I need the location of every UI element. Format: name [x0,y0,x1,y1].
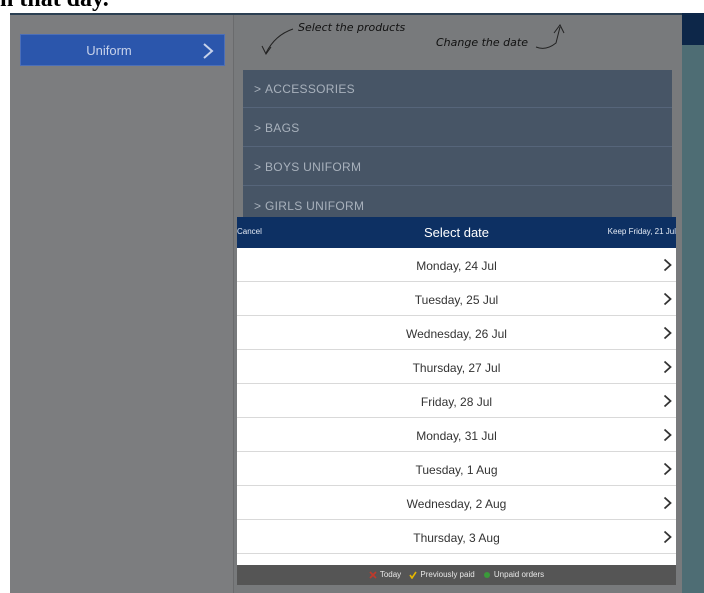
date-label: Tuesday, 25 Jul [414,293,499,307]
date-label: Friday, 28 Jul [420,395,493,409]
chevron-right-icon [203,43,214,59]
right-header-strip [682,13,704,45]
chevron-right-icon [663,326,672,340]
chevron-right-icon [663,360,672,374]
chevron-right-icon [663,292,672,306]
annotation-change-date: Change the date [436,36,528,49]
date-label: Monday, 24 Jul [416,259,497,273]
category-item-boys-uniform[interactable]: > BOYS UNIFORM [243,148,672,186]
keep-date-button[interactable]: Keep Friday, 21 Jul [608,227,676,236]
cropped-heading: n that day. [0,0,704,14]
check-icon [409,571,418,579]
uniform-button-label: Uniform [86,43,132,58]
category-label: GIRLS UNIFORM [265,199,365,213]
annotation-select-products: Select the products [298,21,406,34]
date-row[interactable]: Thursday, 27 Jul [237,351,676,384]
left-pane [10,15,233,593]
date-label: Thursday, 3 Aug [413,531,500,545]
date-row[interactable]: Monday, 24 Jul [237,249,676,282]
right-teal-strip [682,45,704,593]
chevron-right-icon [663,530,672,544]
date-label: Thursday, 27 Jul [412,361,501,375]
chevron-right-icon [663,258,672,272]
cropped-heading-text: n that day. [0,0,109,13]
category-label: BOYS UNIFORM [265,160,362,174]
chevron-right-icon [663,496,672,510]
legend-unpaid-orders: Unpaid orders [483,570,544,579]
date-picker: Cancel Select date Keep Friday, 21 Jul M… [237,217,676,585]
chevron-right-icon: > [254,121,262,135]
chevron-right-icon: > [254,199,262,213]
chevron-right-icon [663,394,672,408]
date-picker-header: Cancel Select date Keep Friday, 21 Jul [237,217,676,248]
date-label: Wednesday, 26 Jul [406,327,507,341]
legend-today: Today [369,570,401,579]
chevron-right-icon: > [254,82,262,96]
date-row[interactable]: Tuesday, 25 Jul [237,283,676,316]
uniform-button[interactable]: Uniform [20,34,225,66]
date-row[interactable]: Monday, 31 Jul [237,419,676,452]
chevron-right-icon [663,428,672,442]
x-icon [369,571,377,579]
date-row[interactable]: Wednesday, 2 Aug [237,487,676,520]
pane-divider [233,15,234,593]
date-row[interactable]: Wednesday, 26 Jul [237,317,676,350]
legend-previously-paid: Previously paid [409,570,475,579]
date-label: Tuesday, 1 Aug [415,463,498,477]
dot-icon [483,571,490,578]
date-row[interactable]: Tuesday, 1 Aug [237,453,676,486]
category-item-accessories[interactable]: > ACCESSORIES [243,70,672,108]
legend-today-label: Today [379,570,402,579]
date-row[interactable]: Friday, 28 Jul [237,385,676,418]
legend-previously-paid-label: Previously paid [420,570,475,579]
date-row[interactable]: Thursday, 3 Aug [237,521,676,554]
date-label: Monday, 31 Jul [416,429,497,443]
date-label: Wednesday, 2 Aug [406,497,507,511]
chevron-right-icon [663,462,672,476]
category-label: BAGS [265,121,300,135]
legend-unpaid-orders-label: Unpaid orders [493,570,545,579]
category-list: > ACCESSORIES > BAGS > BOYS UNIFORM > GI… [243,70,672,230]
category-item-bags[interactable]: > BAGS [243,109,672,147]
category-label: ACCESSORIES [265,82,355,96]
chevron-right-icon: > [254,160,262,174]
app-window: Uniform Select the products Change the d… [10,13,704,593]
legend-bar: Today Previously paid Unpaid orders [237,565,676,585]
annotation-arrow-right [535,24,565,49]
